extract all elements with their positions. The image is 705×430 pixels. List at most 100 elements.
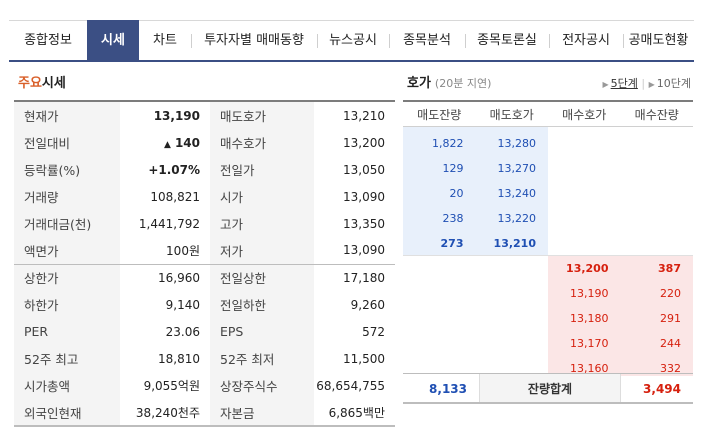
bid-price: 13,190	[570, 287, 609, 300]
value-prev-lower-limit: 9,260	[350, 297, 385, 312]
bid-qty: 220	[660, 287, 681, 300]
orderbook-totals: 8,133 잔량합계 3,494	[403, 373, 693, 404]
table-row: 거래량 108,821 시가 13,090	[14, 183, 395, 210]
title-rest: 시세	[41, 76, 66, 91]
ask-block: 1,822 13,280 129 13,270 20 13,240 238 13…	[403, 127, 693, 255]
tab-discussion[interactable]: 종목토론실	[465, 21, 549, 61]
value-listed-shares: 68,654,755	[316, 378, 385, 393]
header-bid-price: 매수호가	[562, 108, 607, 122]
value-low: 13,090	[343, 243, 385, 258]
orderbook-header: 매도잔량 매도호가 매수호가 매수잔량	[403, 100, 693, 127]
label-par-value: 액면가	[14, 237, 120, 264]
ask-price: 13,240	[497, 187, 537, 200]
label-market-cap: 시가총액	[14, 372, 120, 399]
table-row: 외국인현재 38,240천주 자본금 6,865백만	[14, 399, 395, 427]
bid-price: 13,180	[570, 312, 609, 325]
label-open: 시가	[210, 183, 314, 210]
orderbook-title: 호가	[407, 76, 431, 91]
value-52w-high: 18,810	[158, 351, 200, 366]
orderbook-section: 호가 (20분 지연) ▶ 5단계 | ▶ 10단계 매도잔량 매도호가 매수호가 매…	[403, 66, 693, 404]
table-row: 등락률(%) +1.07% 전일가 13,050	[14, 156, 395, 183]
market-price-table: 현재가 13,190 매도호가 13,210 전일대비 ▲ 140 매수호가 13…	[14, 100, 395, 427]
tab-short-selling[interactable]: 공매도현황	[623, 21, 694, 61]
label-per: PER	[14, 318, 120, 345]
value-per: 23.06	[165, 324, 200, 339]
tab-disclosure[interactable]: 전자공시	[549, 21, 623, 61]
delay-note: (20분 지연)	[434, 77, 492, 90]
list-item: 1,822 13,280	[403, 131, 693, 156]
label-capital: 자본금	[210, 399, 314, 427]
total-ask-qty: 8,133	[429, 382, 467, 396]
list-item: 238 13,220	[403, 206, 693, 231]
label-prev-upper-limit: 전일상한	[210, 263, 314, 291]
title-accent: 주요	[18, 76, 42, 91]
bid-block: 13,200 387 13,190 220 13,180 291 13,170 …	[403, 255, 693, 376]
bid-price: 13,170	[570, 337, 609, 350]
label-current-price: 현재가	[14, 101, 120, 129]
value-foreign-holdings: 38,240천주	[120, 399, 210, 427]
list-item: 20 13,240	[403, 181, 693, 206]
table-row: 하한가 9,140 전일하한 9,260	[14, 291, 395, 318]
ask-price: 13,210	[493, 237, 536, 250]
label-trade-value: 거래대금(천)	[14, 210, 120, 237]
tab-price[interactable]: 시세	[87, 20, 139, 61]
ask-qty: 238	[442, 212, 464, 225]
label-ask-price: 매도호가	[210, 101, 314, 129]
value-lower-limit: 9,140	[165, 297, 200, 312]
label-bid-price: 매수호가	[210, 129, 314, 156]
tab-analysis[interactable]: 종목분석	[389, 21, 465, 61]
ask-price: 13,220	[497, 212, 537, 225]
label-eps: EPS	[210, 318, 314, 345]
tab-overview[interactable]: 종합정보	[9, 21, 87, 61]
table-row: 52주 최고 18,810 52주 최저 11,500	[14, 345, 395, 372]
value-trade-value: 1,441,792	[138, 216, 200, 231]
market-price-section: 주요시세 현재가 13,190 매도호가 13,210 전일대비 ▲ 140 매수…	[14, 66, 395, 427]
label-change: 전일대비	[14, 129, 120, 156]
tab-investor-trading[interactable]: 투자자별 매매동향	[191, 21, 317, 61]
tab-news[interactable]: 뉴스공시	[317, 21, 389, 61]
ask-qty: 273	[440, 237, 464, 250]
label-prev-close: 전일가	[210, 156, 314, 183]
level-10-link[interactable]: 10단계	[657, 77, 691, 90]
total-label: 잔량합계	[479, 374, 621, 402]
total-bid-qty: 3,494	[643, 382, 681, 396]
label-52w-high: 52주 최고	[14, 345, 120, 372]
level-5-link[interactable]: 5단계	[611, 77, 638, 90]
ask-price: 13,280	[497, 137, 537, 150]
value-52w-low: 11,500	[343, 351, 385, 366]
list-item: 129 13,270	[403, 156, 693, 181]
header-ask-price: 매도호가	[489, 108, 534, 122]
divider: |	[641, 77, 646, 90]
chevron-right-icon: ▶	[648, 80, 655, 89]
chevron-right-icon: ▶	[602, 80, 609, 89]
label-prev-lower-limit: 전일하한	[210, 291, 314, 318]
label-change-rate: 등락률(%)	[14, 156, 120, 183]
tab-chart[interactable]: 차트	[139, 21, 191, 61]
label-foreign-holdings: 외국인현재	[14, 399, 120, 427]
label-high: 고가	[210, 210, 314, 237]
header-bid-qty: 매수잔량	[634, 108, 679, 122]
list-item: 13,190 220	[403, 281, 693, 306]
label-volume: 거래량	[14, 183, 120, 210]
value-bid-price: 13,200	[343, 135, 385, 150]
ask-qty: 129	[442, 162, 464, 175]
section-title-orderbook: 호가 (20분 지연) ▶ 5단계 | ▶ 10단계	[403, 66, 693, 100]
list-item: 273 13,210	[403, 231, 693, 256]
table-row: 현재가 13,190 매도호가 13,210	[14, 101, 395, 129]
value-open: 13,090	[343, 189, 385, 204]
value-change: ▲ 140	[120, 129, 210, 156]
ask-qty: 1,822	[432, 137, 464, 150]
ask-qty: 20	[449, 187, 464, 200]
table-row: PER 23.06 EPS 572	[14, 318, 395, 345]
value-eps: 572	[362, 324, 385, 339]
tab-bar: 종합정보 시세 차트 투자자별 매매동향 뉴스공시 종목분석 종목토론실 전자공…	[9, 20, 694, 62]
section-title-market: 주요시세	[14, 66, 395, 100]
value-high: 13,350	[343, 216, 385, 231]
label-52w-low: 52주 최저	[210, 345, 314, 372]
ask-price: 13,270	[497, 162, 537, 175]
change-amount: 140	[174, 135, 200, 150]
value-prev-upper-limit: 17,180	[314, 263, 395, 291]
header-ask-qty: 매도잔량	[417, 108, 462, 122]
value-prev-close: 13,050	[343, 162, 385, 177]
list-item: 13,200 387	[403, 256, 693, 281]
